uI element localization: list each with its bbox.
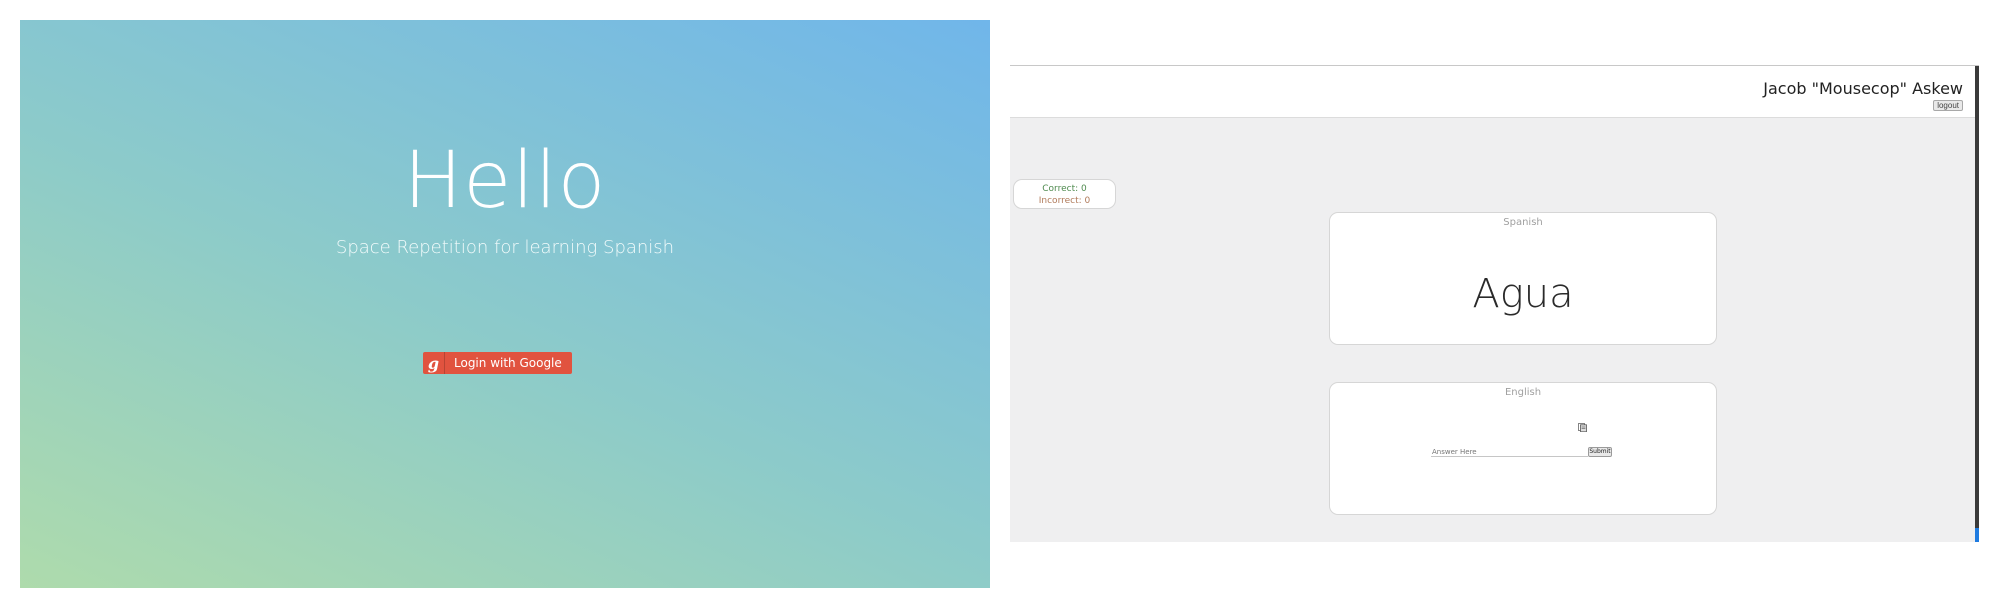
incorrect-count: Incorrect: 0 [1038, 196, 1091, 206]
english-card: English Submit [1329, 382, 1717, 515]
login-with-google-button[interactable]: g Login with Google [423, 352, 572, 374]
english-card-label: English [1504, 387, 1542, 398]
spanish-card-label: Spanish [1503, 217, 1543, 228]
submit-button[interactable]: Submit [1588, 447, 1612, 457]
logout-button[interactable]: logout [1933, 100, 1963, 111]
login-button-label: Login with Google [454, 356, 562, 370]
correct-count: Correct: 0 [1042, 184, 1087, 194]
google-icon: g [423, 352, 445, 374]
user-name: Jacob "Mousecop" Askew [1763, 79, 1963, 98]
spanish-card: Spanish Agua [1329, 212, 1717, 345]
document-icon [1578, 423, 1587, 432]
top-bar: Jacob "Mousecop" Askew logout [1010, 66, 1975, 118]
hello-heading: Hello [403, 136, 607, 226]
answer-input[interactable] [1431, 447, 1588, 457]
flashcard-app: Jacob "Mousecop" Askew logout Correct: 0… [1010, 65, 1979, 542]
spanish-word: Agua [1472, 271, 1574, 317]
score-panel: Correct: 0 Incorrect: 0 [1013, 179, 1116, 209]
scrollbar-thumb[interactable] [1975, 528, 1979, 542]
scrollbar[interactable] [1975, 66, 1979, 542]
landing-subtitle: Space Repetition for learning Spanish [335, 237, 675, 258]
landing-page: Hello Space Repetition for learning Span… [20, 20, 990, 588]
